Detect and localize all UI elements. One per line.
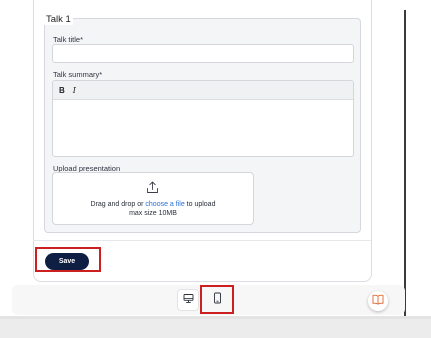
help-docs-button[interactable] xyxy=(368,291,388,311)
talk-title-label: Talk title* xyxy=(53,35,84,44)
upload-size-limit: max size 10MB xyxy=(129,210,177,217)
bottom-band xyxy=(0,319,431,338)
mobile-highlight-box xyxy=(200,285,234,314)
window-edge-line xyxy=(404,10,406,320)
editor-toolbar: B I xyxy=(53,81,353,100)
upload-instructions: Drag and drop or choose a file to upload xyxy=(53,201,253,208)
upload-text-before: Drag and drop or xyxy=(90,201,146,208)
talk-legend: Talk 1 xyxy=(44,14,73,25)
book-icon xyxy=(372,292,384,310)
upload-text-after: to upload xyxy=(184,201,216,208)
talk-title-input[interactable] xyxy=(52,44,354,63)
choose-file-link[interactable]: choose a file xyxy=(145,201,184,208)
desktop-icon xyxy=(183,291,194,309)
bold-button[interactable]: B xyxy=(59,86,65,95)
card-divider xyxy=(33,240,371,241)
italic-button[interactable]: I xyxy=(73,86,76,95)
upload-dropzone[interactable]: Drag and drop or choose a file to upload… xyxy=(52,172,254,225)
desktop-preview-button[interactable] xyxy=(177,289,199,311)
upload-icon xyxy=(146,181,159,199)
talk-summary-label: Talk summary* xyxy=(53,70,103,79)
save-button[interactable]: Save xyxy=(45,253,89,270)
talk-summary-editor[interactable]: B I xyxy=(52,80,354,157)
